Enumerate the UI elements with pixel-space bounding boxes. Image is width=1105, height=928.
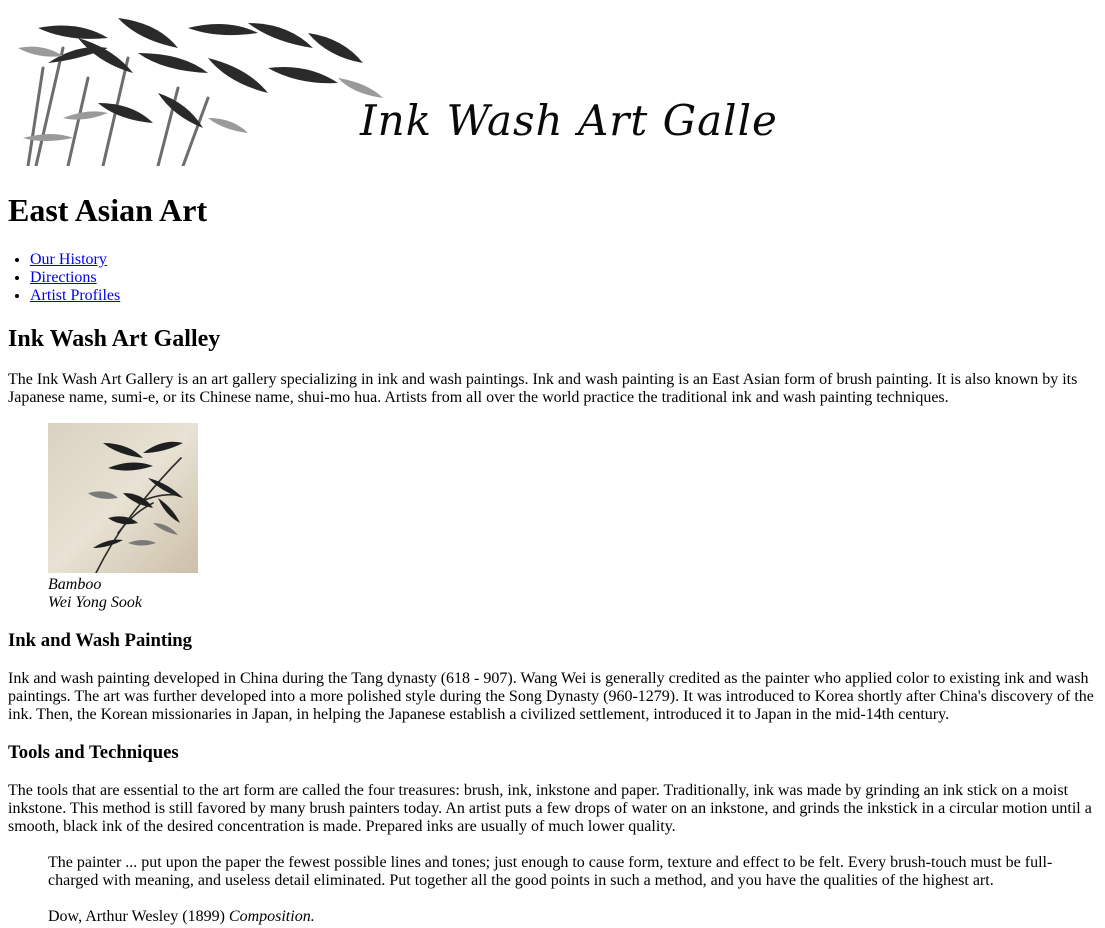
nav-item-our-history: Our History [30,251,1097,269]
banner-title: Ink Wash Art Gallery [360,96,778,145]
history-paragraph: Ink and wash painting developed in China… [8,670,1094,723]
main-nav: Our History Directions Artist Profiles [8,251,1097,305]
featured-painting: Bamboo Wei Yong Sook [48,423,1097,612]
intro-paragraph: The Ink Wash Art Gallery is an art galle… [8,371,1078,406]
quote-citation: Dow, Arthur Wesley (1899) Composition. [48,908,1057,926]
nav-link-directions[interactable]: Directions [30,269,97,286]
page: Ink Wash Art Gallery East Asian Art Our … [0,8,1105,926]
painting-caption: Bamboo Wei Yong Sook [48,576,1097,612]
nav-item-directions: Directions [30,269,1097,287]
history-heading: Ink and Wash Painting [8,630,193,651]
quote-text: The painter ... put upon the paper the f… [48,854,1053,889]
intro-heading: Ink Wash Art Galley [8,326,221,352]
nav-link-our-history[interactable]: Our History [30,251,107,268]
tools-heading: Tools and Techniques [8,742,179,763]
bamboo-banner-illustration [18,18,383,166]
page-title: East Asian Art [8,192,208,228]
nav-item-artist-profiles: Artist Profiles [30,287,1097,305]
painting-artist: Wei Yong Sook [48,594,142,611]
bamboo-painting-image [48,423,198,573]
gallery-banner: Ink Wash Art Gallery [8,8,778,166]
citation-work: Composition. [228,908,315,925]
nav-link-artist-profiles[interactable]: Artist Profiles [30,287,120,304]
painting-title: Bamboo [48,576,102,593]
tools-paragraph: The tools that are essential to the art … [8,782,1092,835]
citation-author: Dow, Arthur Wesley (1899) [48,908,225,925]
dow-quote: The painter ... put upon the paper the f… [48,854,1057,926]
